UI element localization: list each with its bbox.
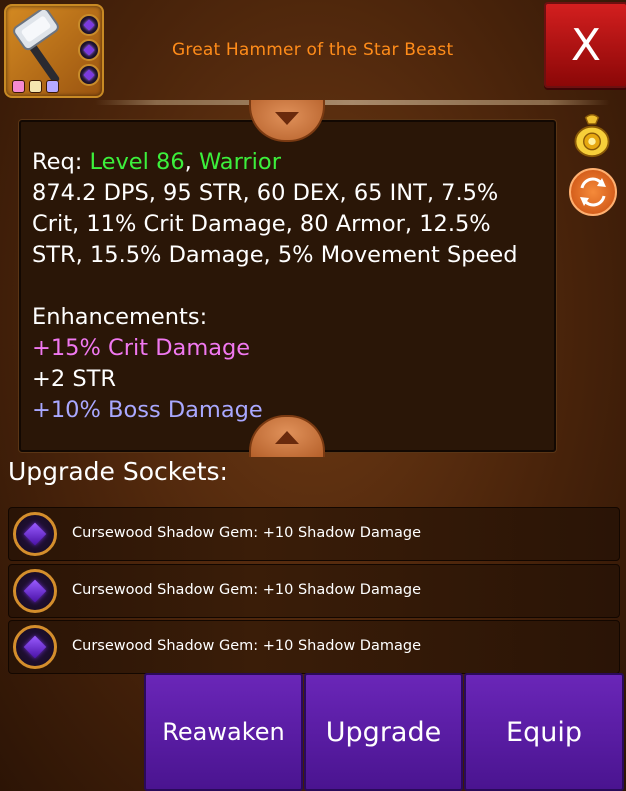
equip-button[interactable]: Equip bbox=[464, 673, 624, 791]
req-class: Warrior bbox=[198, 149, 281, 175]
shadow-gem-icon bbox=[13, 625, 57, 669]
stats-line: Crit, 11% Crit Damage, 80 Armor, 12.5% bbox=[32, 211, 491, 237]
stats-line: STR, 15.5% Damage, 5% Movement Speed bbox=[32, 242, 518, 268]
shadow-gem-icon bbox=[13, 512, 57, 556]
req-separator: , bbox=[184, 149, 199, 175]
money-bag-icon[interactable] bbox=[569, 112, 615, 158]
item-description-text: Req: Level 86, Warrior 874.2 DPS, 95 STR… bbox=[32, 147, 547, 426]
great-hammer-icon bbox=[13, 10, 60, 83]
req-level: Level 86 bbox=[89, 149, 185, 175]
arrow-up-icon bbox=[275, 431, 299, 444]
arrow-down-icon bbox=[275, 112, 299, 125]
close-button[interactable]: X bbox=[544, 2, 626, 88]
req-label: Req: bbox=[32, 149, 90, 175]
swap-icon[interactable] bbox=[569, 168, 617, 216]
item-icon-frame[interactable] bbox=[4, 4, 104, 98]
reawaken-button[interactable]: Reawaken bbox=[144, 673, 303, 791]
item-title: Great Hammer of the Star Beast bbox=[172, 40, 454, 60]
mini-gem-icon bbox=[78, 64, 100, 86]
socket-text: Cursewood Shadow Gem: +10 Shadow Damage bbox=[72, 525, 421, 541]
swap-arrows-icon bbox=[580, 177, 606, 207]
socket-text: Cursewood Shadow Gem: +10 Shadow Damage bbox=[72, 582, 421, 598]
enhancements-label: Enhancements: bbox=[32, 304, 208, 330]
enhancement-str: +2 STR bbox=[32, 366, 116, 392]
shadow-gem-icon bbox=[13, 569, 57, 613]
stats-line: 874.2 DPS, 95 STR, 60 DEX, 65 INT, 7.5% bbox=[32, 180, 499, 206]
socket-row[interactable]: Cursewood Shadow Gem: +10 Shadow Damage bbox=[8, 620, 620, 674]
socket-row[interactable]: Cursewood Shadow Gem: +10 Shadow Damage bbox=[8, 507, 620, 561]
socket-row[interactable]: Cursewood Shadow Gem: +10 Shadow Damage bbox=[8, 564, 620, 618]
socket-text: Cursewood Shadow Gem: +10 Shadow Damage bbox=[72, 638, 421, 654]
enhancement-crit-damage: +15% Crit Damage bbox=[32, 335, 251, 361]
requirement-line: Req: Level 86, Warrior bbox=[32, 147, 547, 178]
header-divider bbox=[95, 100, 610, 105]
upgrade-button[interactable]: Upgrade bbox=[304, 673, 463, 791]
upgrade-sockets-title: Upgrade Sockets: bbox=[8, 457, 228, 486]
rarity-dot bbox=[29, 80, 42, 93]
mini-socket-column bbox=[78, 14, 100, 86]
mini-gem-icon bbox=[78, 39, 100, 61]
mini-gem-icon bbox=[78, 14, 100, 36]
rarity-dot bbox=[46, 80, 59, 93]
rarity-dots bbox=[12, 80, 59, 93]
rarity-dot bbox=[12, 80, 25, 93]
